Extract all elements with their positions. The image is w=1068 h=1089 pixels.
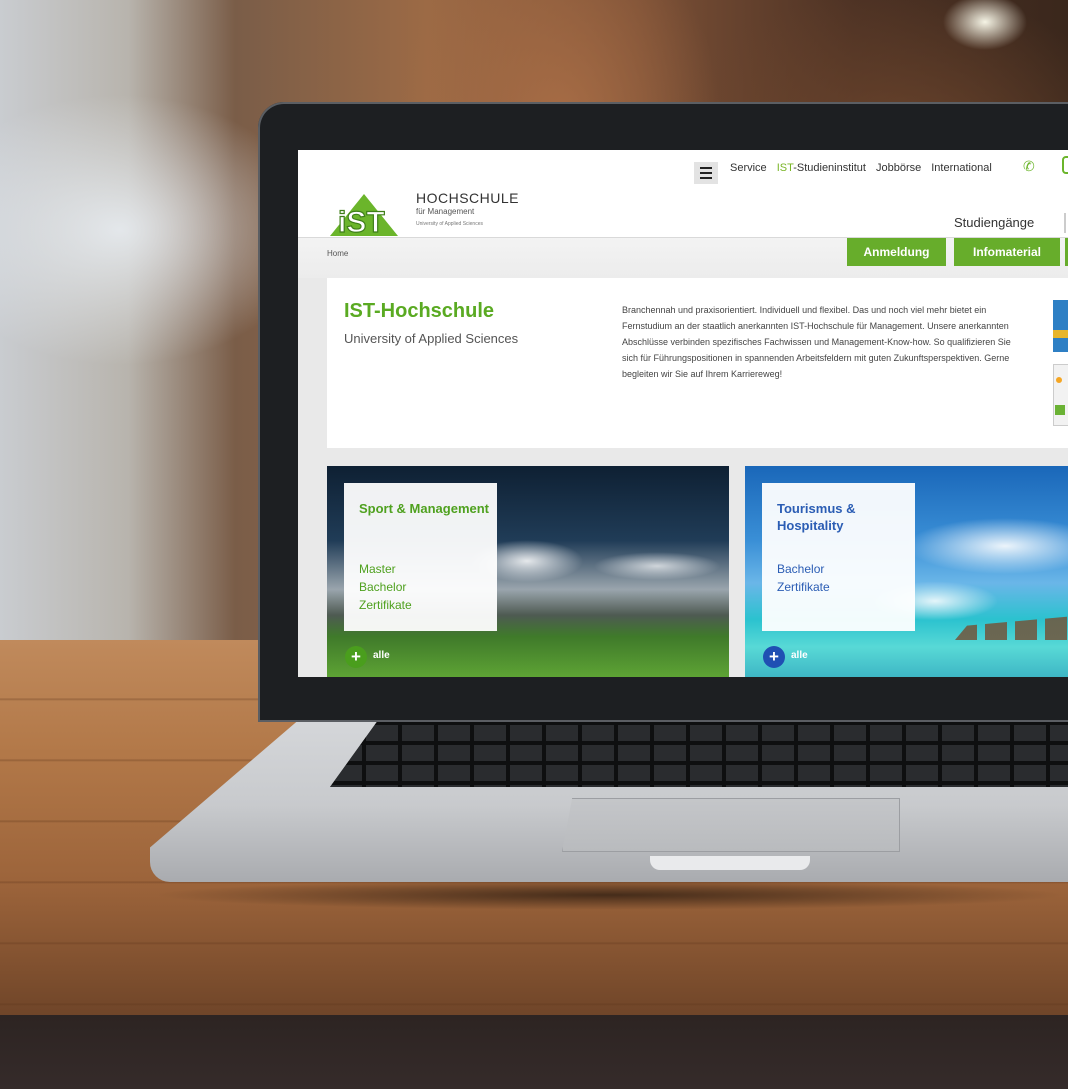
breadcrumb-home[interactable]: Home xyxy=(327,249,348,258)
card-link-bachelor[interactable]: Bachelor xyxy=(359,578,412,596)
award-badge-icon[interactable] xyxy=(1053,300,1068,352)
dark-floor xyxy=(0,1015,1068,1089)
nav-divider xyxy=(1064,213,1066,233)
anmeldung-button[interactable]: Anmeldung xyxy=(847,238,946,266)
nav-studiengaenge[interactable]: Studiengänge xyxy=(954,215,1034,230)
intro-subtitle: University of Applied Sciences xyxy=(344,331,519,346)
plus-icon[interactable]: + xyxy=(345,646,367,668)
card-title[interactable]: Sport & Management xyxy=(359,500,489,517)
ist-logo-icon[interactable]: iST xyxy=(328,188,400,240)
logo-title: HOCHSCHULE xyxy=(416,190,520,206)
phone-icon[interactable]: ✆ xyxy=(1023,158,1035,175)
logo-subtitle: für Management xyxy=(416,207,475,216)
rating-badge-icon[interactable] xyxy=(1053,364,1068,426)
menu-button[interactable] xyxy=(694,162,718,184)
card-tourismus-hospitality[interactable]: Tourismus & Hospitality Bachelor Zertifi… xyxy=(745,466,1068,677)
photo-scene: iST HOCHSCHULE für Management University… xyxy=(0,0,1068,1089)
plus-icon[interactable]: + xyxy=(763,646,785,668)
nav-jobboerse[interactable]: Jobbörse xyxy=(876,162,921,174)
site-header: iST HOCHSCHULE für Management University… xyxy=(298,150,1068,240)
logo-tagline: University of Applied Sciences xyxy=(416,221,483,227)
contact-icon[interactable] xyxy=(1062,156,1068,174)
card-link-zertifikate[interactable]: Zertifikate xyxy=(777,578,830,596)
intro-text: Branchennah und praxisorientiert. Indivi… xyxy=(622,305,1011,379)
card-sport-management[interactable]: Sport & Management Master Bachelor Zerti… xyxy=(327,466,729,677)
card-link-master[interactable]: Master xyxy=(359,560,412,578)
card-link-zertifikate[interactable]: Zertifikate xyxy=(359,596,412,614)
laptop-trackpad xyxy=(562,798,900,852)
breadcrumb-bar: Home Anmeldung Infomaterial xyxy=(298,237,1068,278)
card-box: Sport & Management Master Bachelor Zerti… xyxy=(344,483,497,631)
intro-title: IST-Hochschule xyxy=(344,300,495,322)
intro-section: IST-Hochschule University of Applied Sci… xyxy=(327,278,1068,448)
card-more-link[interactable]: alle xyxy=(791,650,808,661)
water-bungalows-image xyxy=(955,616,1068,640)
hamburger-icon xyxy=(700,167,712,179)
infomaterial-button[interactable]: Infomaterial xyxy=(954,238,1060,266)
card-box: Tourismus & Hospitality Bachelor Zertifi… xyxy=(762,483,915,631)
card-links: Bachelor Zertifikate xyxy=(777,560,830,596)
nav-studieninstitut[interactable]: IST-Studieninstitut xyxy=(777,162,866,174)
card-link-bachelor[interactable]: Bachelor xyxy=(777,560,830,578)
laptop-shadow xyxy=(150,880,1068,910)
top-nav: Service IST-Studieninstitut Jobbörse Int… xyxy=(730,158,992,178)
nav-international[interactable]: International xyxy=(931,162,992,174)
card-links: Master Bachelor Zertifikate xyxy=(359,560,412,614)
laptop-notch xyxy=(650,856,810,870)
laptop-screen: iST HOCHSCHULE für Management University… xyxy=(298,150,1068,677)
nav-service[interactable]: Service xyxy=(730,162,767,174)
card-more-link[interactable]: alle xyxy=(373,650,390,661)
svg-text:iST: iST xyxy=(338,206,385,238)
card-title[interactable]: Tourismus & Hospitality xyxy=(777,500,907,534)
